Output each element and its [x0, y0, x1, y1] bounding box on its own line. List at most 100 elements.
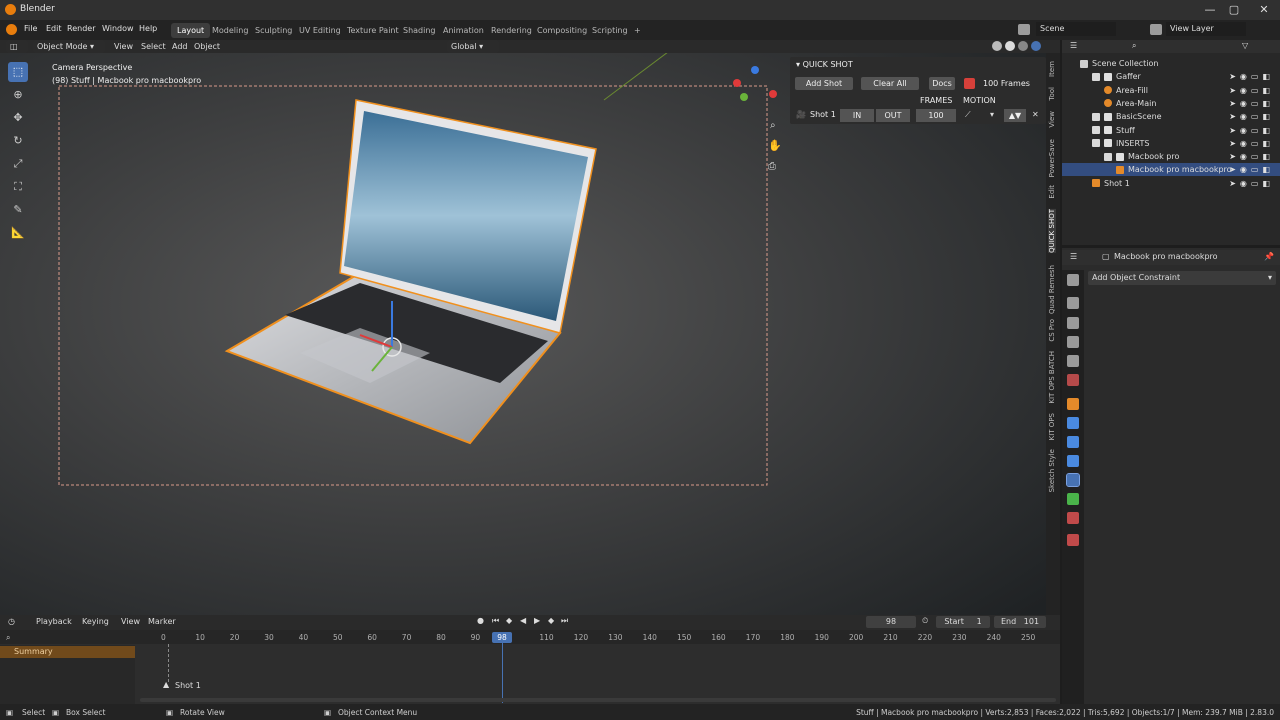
editor-type-button[interactable]: ◫ — [6, 40, 28, 53]
outliner-row[interactable]: Shot 1 ➤◉▭◧ — [1062, 177, 1280, 190]
outliner-row[interactable]: Area-Fill ➤◉▭◧ — [1062, 84, 1280, 97]
transform-tool-icon[interactable]: ⛶ — [8, 177, 28, 197]
jump-end-icon[interactable]: ⏭ — [561, 616, 568, 626]
zoom-icon[interactable]: ⌕ — [770, 120, 776, 131]
close-button[interactable]: ✕ — [1254, 2, 1274, 18]
marker-menu[interactable]: Marker — [148, 617, 176, 626]
timeline-ruler[interactable] — [0, 630, 1060, 644]
transform-orientation-select[interactable]: Global ▾ — [447, 40, 499, 53]
timeline-editor-icon[interactable]: ◷ — [8, 617, 15, 626]
shot-frames-field[interactable]: 100 — [916, 109, 956, 122]
visibility-toggles[interactable]: ➤◉▭◧ — [1229, 84, 1274, 97]
measure-tool-icon[interactable]: 📐 — [8, 223, 28, 243]
jump-start-icon[interactable]: ⏮ — [492, 616, 499, 626]
scale-tool-icon[interactable]: ⤢ — [8, 154, 28, 174]
nav-y-icon[interactable] — [740, 93, 748, 101]
world-properties-icon[interactable] — [1067, 374, 1079, 386]
select-menu[interactable]: Select — [137, 40, 170, 53]
tab-edit[interactable]: Edit — [1048, 185, 1056, 199]
rendered-shading-icon[interactable] — [1031, 41, 1041, 51]
material-properties-icon[interactable] — [1067, 512, 1079, 524]
select-box-tool-icon[interactable]: ⬚ — [8, 62, 28, 82]
next-key-icon[interactable]: ◆ — [548, 616, 554, 625]
tab-tool[interactable]: Tool — [1048, 87, 1056, 101]
add-workspace-button[interactable]: + — [628, 23, 647, 38]
tab-uv-editing[interactable]: UV Editing — [293, 23, 347, 38]
end-frame-field[interactable]: End 101 — [994, 616, 1046, 628]
mode-select[interactable]: Object Mode ▾ — [33, 40, 105, 53]
object-menu[interactable]: Object — [190, 40, 224, 53]
data-properties-icon[interactable] — [1067, 493, 1079, 505]
nav-x-icon[interactable] — [733, 79, 741, 87]
playback-menu[interactable]: Playback — [36, 617, 72, 626]
pin-icon[interactable]: 📌 — [1264, 252, 1274, 261]
shading-modes[interactable] — [992, 41, 1042, 52]
object-properties-icon[interactable] — [1067, 398, 1079, 410]
visibility-toggles[interactable]: ➤◉▭◧ — [1229, 124, 1274, 137]
pan-hand-icon[interactable]: ✋ — [768, 139, 782, 152]
annotate-tool-icon[interactable]: ✎ — [8, 200, 28, 220]
docs-button[interactable]: Docs — [929, 77, 955, 90]
outliner-search-icon[interactable]: ⌕ — [1132, 41, 1136, 51]
timeline-search-icon[interactable]: ⌕ — [6, 633, 10, 643]
exclude-checkbox[interactable] — [1104, 152, 1112, 161]
outliner-filter-icon[interactable]: ▽ — [1242, 41, 1248, 50]
view-layer-icon[interactable] — [1150, 24, 1162, 35]
menu-edit[interactable]: Edit — [46, 24, 62, 33]
outliner-row[interactable]: Macbook pro macbookpro ➤◉▭◧ — [1062, 163, 1280, 177]
scene-field[interactable]: Scene — [1036, 22, 1116, 36]
prev-key-icon[interactable]: ◆ — [506, 616, 512, 625]
visibility-toggles[interactable]: ➤◉▭◧ — [1229, 177, 1274, 190]
wireframe-shading-icon[interactable] — [992, 41, 1002, 51]
solid-shading-icon[interactable] — [1005, 41, 1015, 51]
texture-properties-icon[interactable] — [1067, 534, 1079, 546]
output-properties-icon[interactable] — [1067, 317, 1079, 329]
exclude-checkbox[interactable] — [1092, 72, 1100, 81]
cursor-tool-icon[interactable]: ⊕ — [8, 85, 28, 105]
tab-sculpting[interactable]: Sculpting — [249, 23, 298, 38]
shot-in-button[interactable]: IN — [840, 109, 874, 122]
tab-modeling[interactable]: Modeling — [206, 23, 254, 38]
tab-view[interactable]: View — [1048, 111, 1056, 128]
move-tool-icon[interactable]: ✥ — [8, 108, 28, 128]
playhead-frame[interactable]: 98 — [492, 632, 512, 643]
record-color-swatch[interactable] — [964, 78, 975, 89]
rotate-tool-icon[interactable]: ↻ — [8, 131, 28, 151]
shot-out-button[interactable]: OUT — [876, 109, 910, 122]
properties-editor-icon[interactable]: ☰ — [1070, 252, 1077, 261]
outliner-row[interactable]: Area-Main ➤◉▭◧ — [1062, 97, 1280, 110]
summary-channel[interactable]: Summary — [0, 646, 135, 658]
clear-all-button[interactable]: Clear All — [861, 77, 919, 90]
timeline-view-menu[interactable]: View — [121, 617, 140, 626]
tab-texture-paint[interactable]: Texture Paint — [341, 23, 405, 38]
tab-quick-shot[interactable]: QUICK SHOT — [1048, 209, 1056, 253]
motion-dropdown-icon[interactable]: ▾ — [990, 110, 994, 119]
exclude-checkbox[interactable] — [1092, 112, 1100, 121]
outliner-editor-icon[interactable]: ☰ — [1070, 41, 1077, 50]
outliner-row[interactable]: Macbook pro ➤◉▭◧ — [1062, 150, 1280, 163]
tab-kit-ops-batch[interactable]: KIT OPS BATCH — [1048, 351, 1056, 404]
scene-icon[interactable] — [1018, 24, 1030, 35]
add-menu[interactable]: Add — [168, 40, 192, 53]
outliner-row[interactable]: Gaffer ➤◉▭◧ — [1062, 70, 1280, 83]
tab-layout[interactable]: Layout — [171, 23, 211, 38]
outliner-row[interactable]: Scene Collection — [1062, 57, 1280, 70]
tab-powersave[interactable]: PowerSave — [1048, 139, 1056, 177]
record-icon[interactable]: ● — [477, 616, 484, 625]
start-frame-field[interactable]: Start 1 — [936, 616, 990, 628]
blender-menu-icon[interactable] — [6, 24, 17, 35]
visibility-toggles[interactable]: ➤◉▭◧ — [1229, 110, 1274, 123]
visibility-toggles[interactable]: ➤◉▭◧ — [1229, 163, 1274, 176]
clock-icon[interactable]: ⏲ — [922, 616, 928, 626]
marker-label[interactable]: Shot 1 — [175, 681, 201, 690]
view-layer-field[interactable]: View Layer — [1166, 22, 1246, 36]
nav-neg-x-icon[interactable] — [769, 90, 777, 98]
tab-cs-pro[interactable]: CS Pro — [1048, 319, 1056, 342]
nav-z-icon[interactable] — [751, 66, 759, 74]
tab-quad-remesh[interactable]: Quad Remesh — [1048, 265, 1056, 314]
tab-scripting[interactable]: Scripting — [586, 23, 634, 38]
keying-menu[interactable]: Keying — [82, 617, 109, 626]
current-frame-field[interactable]: 98 — [866, 616, 916, 628]
tab-kit-ops[interactable]: KIT OPS — [1048, 413, 1056, 440]
play-reverse-icon[interactable]: ◀ — [520, 616, 526, 625]
